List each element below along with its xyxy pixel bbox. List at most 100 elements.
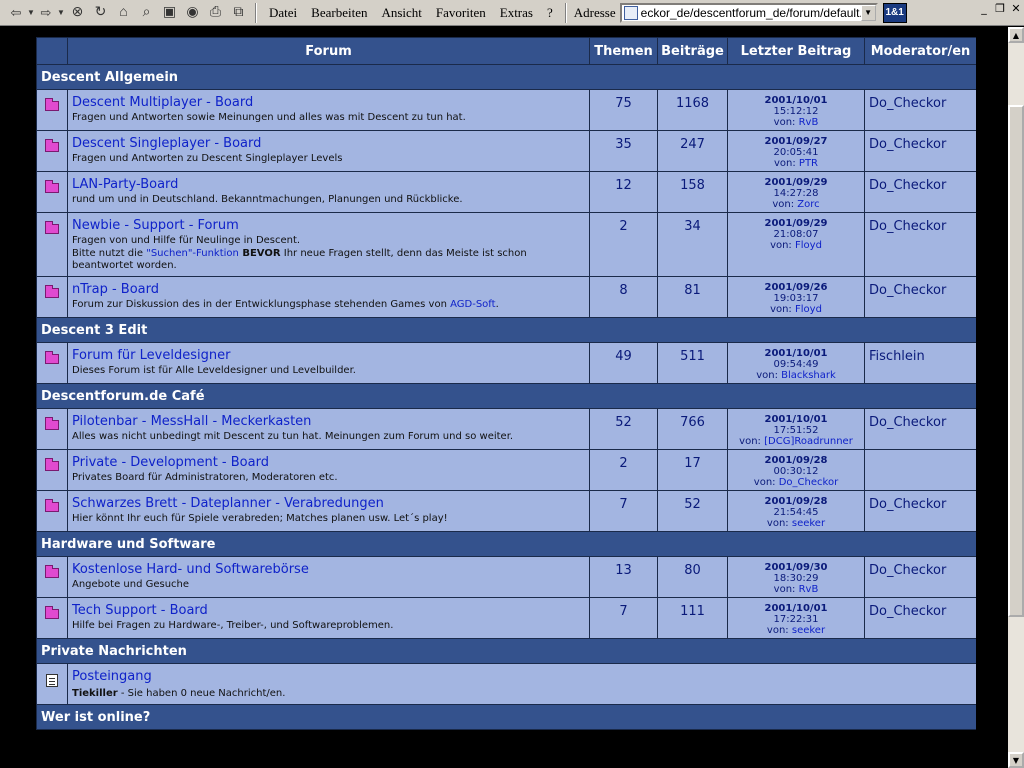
forum-title-link[interactable]: Newbie - Support - Forum bbox=[72, 218, 585, 234]
author-link[interactable]: Do_Checkor bbox=[779, 477, 838, 488]
moderator-cell[interactable]: Do_Checkor bbox=[864, 212, 976, 277]
last-post-date: 2001/10/01 bbox=[764, 95, 828, 106]
moderator-cell[interactable]: Do_Checkor bbox=[864, 597, 976, 639]
address-label: Adresse bbox=[573, 4, 616, 20]
forum-content: Forum Themen Beiträge Letzter Beitrag Mo… bbox=[36, 37, 976, 768]
last-post-time: 09:54:49 bbox=[773, 359, 819, 370]
vertical-scrollbar[interactable]: ▲ ▼ bbox=[1008, 27, 1024, 768]
moderator-cell[interactable]: Do_Checkor bbox=[864, 556, 976, 598]
moderator-cell[interactable]: Do_Checkor bbox=[864, 89, 976, 131]
moderator-cell[interactable]: Do_Checkor bbox=[864, 130, 976, 172]
menu-item-extras[interactable]: Extras bbox=[493, 5, 540, 21]
forum-row: nTrap - Board Forum zur Diskussion des in… bbox=[36, 276, 976, 318]
post-count: 80 bbox=[657, 556, 728, 598]
forward-icon[interactable]: ⇨ bbox=[36, 3, 56, 23]
print-icon[interactable]: ⎙ bbox=[204, 3, 227, 23]
author-link[interactable]: seeker bbox=[792, 518, 825, 529]
address-bar[interactable]: ▼ bbox=[619, 2, 878, 23]
forum-row: Descent Multiplayer - Board Fragen und An… bbox=[36, 89, 976, 131]
back-icon[interactable]: ⇦ bbox=[6, 3, 26, 23]
last-post-cell: 2001/09/27 20:05:41 von: PTR bbox=[727, 130, 865, 172]
author-link[interactable]: seeker bbox=[792, 625, 825, 636]
author-link[interactable]: Floyd bbox=[795, 304, 822, 315]
scrollbar-thumb[interactable] bbox=[1008, 105, 1024, 617]
forum-description: Angebote und Gesuche bbox=[72, 579, 585, 591]
folder-icon bbox=[45, 139, 59, 152]
by-label: von: bbox=[766, 625, 789, 636]
restore-icon[interactable]: ❐ bbox=[994, 2, 1006, 15]
post-count: 52 bbox=[657, 490, 728, 532]
forum-title-link[interactable]: Pilotenbar - MessHall - Meckerkasten bbox=[72, 414, 585, 430]
moderator-cell[interactable]: Fischlein bbox=[864, 342, 976, 384]
forum-title-link[interactable]: Kostenlose Hard- und Softwarebörse bbox=[72, 562, 585, 578]
post-count: 511 bbox=[657, 342, 728, 384]
chevron-down-icon[interactable]: ▼ bbox=[26, 3, 36, 23]
author-link[interactable]: [DCG]Roadrunner bbox=[764, 436, 853, 447]
last-post-time: 17:22:31 bbox=[773, 614, 819, 625]
forum-title-link[interactable]: Tech Support - Board bbox=[72, 603, 585, 619]
scroll-up-arrow-icon[interactable]: ▲ bbox=[1008, 27, 1024, 43]
topic-count: 7 bbox=[589, 597, 658, 639]
moderator-cell[interactable]: Do_Checkor bbox=[864, 490, 976, 532]
menu-item-favoriten[interactable]: Favoriten bbox=[429, 5, 493, 21]
menu-item-ansicht[interactable]: Ansicht bbox=[374, 5, 428, 21]
scroll-down-arrow-icon[interactable]: ▼ bbox=[1008, 752, 1024, 768]
forum-cell: Kostenlose Hard- und Softwarebörse Angebo… bbox=[67, 556, 590, 598]
author-link[interactable]: PTR bbox=[799, 158, 818, 169]
home-icon[interactable]: ⌂ bbox=[112, 3, 135, 23]
forum-title-link[interactable]: Forum für Leveldesigner bbox=[72, 348, 585, 364]
topic-count: 13 bbox=[589, 556, 658, 598]
stop-icon[interactable]: ⊗ bbox=[66, 3, 89, 23]
search-icon[interactable]: ⌕ bbox=[135, 3, 158, 23]
topic-count: 2 bbox=[589, 449, 658, 491]
inbox-link[interactable]: Posteingang bbox=[72, 669, 972, 685]
category-row: Hardware und Software bbox=[36, 531, 976, 557]
forum-cell: nTrap - Board Forum zur Diskussion des in… bbox=[67, 276, 590, 318]
inbox-status: Tiekiller - Sie haben 0 neue Nachricht/e… bbox=[72, 688, 972, 700]
forum-icon-cell bbox=[36, 597, 68, 639]
address-input[interactable] bbox=[640, 5, 861, 20]
refresh-icon[interactable]: ↻ bbox=[89, 3, 112, 23]
search-function-link[interactable]: "Suchen"-Funktion bbox=[146, 248, 239, 259]
forum-title-link[interactable]: LAN-Party-Board bbox=[72, 177, 585, 193]
folder-icon bbox=[45, 180, 59, 193]
forum-icon-cell bbox=[36, 171, 68, 213]
author-link[interactable]: RvB bbox=[799, 117, 819, 128]
last-post-cell: 2001/09/30 18:30:29 von: RvB bbox=[727, 556, 865, 598]
last-post-author: von: RvB bbox=[730, 584, 862, 595]
chevron-down-icon[interactable]: ▼ bbox=[56, 3, 66, 23]
forum-title-link[interactable]: Private - Development - Board bbox=[72, 455, 585, 471]
author-link[interactable]: Blackshark bbox=[781, 370, 836, 381]
forum-title-link[interactable]: Descent Singleplayer - Board bbox=[72, 136, 585, 152]
forum-title-link[interactable]: Schwarzes Brett - Dateplanner - Verabred… bbox=[72, 496, 585, 512]
forum-title-link[interactable]: Descent Multiplayer - Board bbox=[72, 95, 585, 111]
author-link[interactable]: Floyd bbox=[795, 240, 822, 251]
category-title: Descent Allgemein bbox=[36, 64, 976, 90]
author-link[interactable]: RvB bbox=[799, 584, 819, 595]
menu-item-datei[interactable]: Datei bbox=[262, 5, 304, 21]
moderator-cell[interactable]: Do_Checkor bbox=[864, 276, 976, 318]
moderator-cell[interactable]: Do_Checkor bbox=[864, 408, 976, 450]
fullscreen-icon[interactable]: ⧉ bbox=[227, 3, 250, 23]
history-icon[interactable]: ◉ bbox=[181, 3, 204, 23]
forum-icon-cell bbox=[36, 490, 68, 532]
last-post-author: von: Zorc bbox=[730, 199, 862, 210]
forum-title-link[interactable]: nTrap - Board bbox=[72, 282, 585, 298]
by-label: von: bbox=[739, 436, 761, 447]
description-link[interactable]: AGD-Soft bbox=[450, 299, 495, 310]
moderator-cell[interactable]: Do_Checkor bbox=[864, 171, 976, 213]
last-post-time: 20:05:41 bbox=[773, 147, 819, 158]
forum-description-text: Dieses Forum ist für Alle Leveldesigner … bbox=[72, 365, 356, 376]
menu-item-help[interactable]: ? bbox=[540, 5, 560, 21]
last-post-time: 00:30:12 bbox=[773, 466, 819, 477]
minimize-icon[interactable]: _ bbox=[978, 2, 990, 15]
menu-item-bearbeiten[interactable]: Bearbeiten bbox=[304, 5, 374, 21]
toolbar-separator bbox=[255, 2, 257, 23]
inbox-row: Posteingang Tiekiller - Sie haben 0 neue … bbox=[36, 663, 976, 705]
by-label: von: bbox=[770, 240, 792, 251]
author-link[interactable]: Zorc bbox=[797, 199, 819, 210]
chevron-down-icon[interactable]: ▼ bbox=[860, 4, 876, 21]
close-icon[interactable]: ✕ bbox=[1010, 2, 1022, 15]
message-icon bbox=[46, 674, 58, 687]
favorites-icon[interactable]: ▣ bbox=[158, 3, 181, 23]
